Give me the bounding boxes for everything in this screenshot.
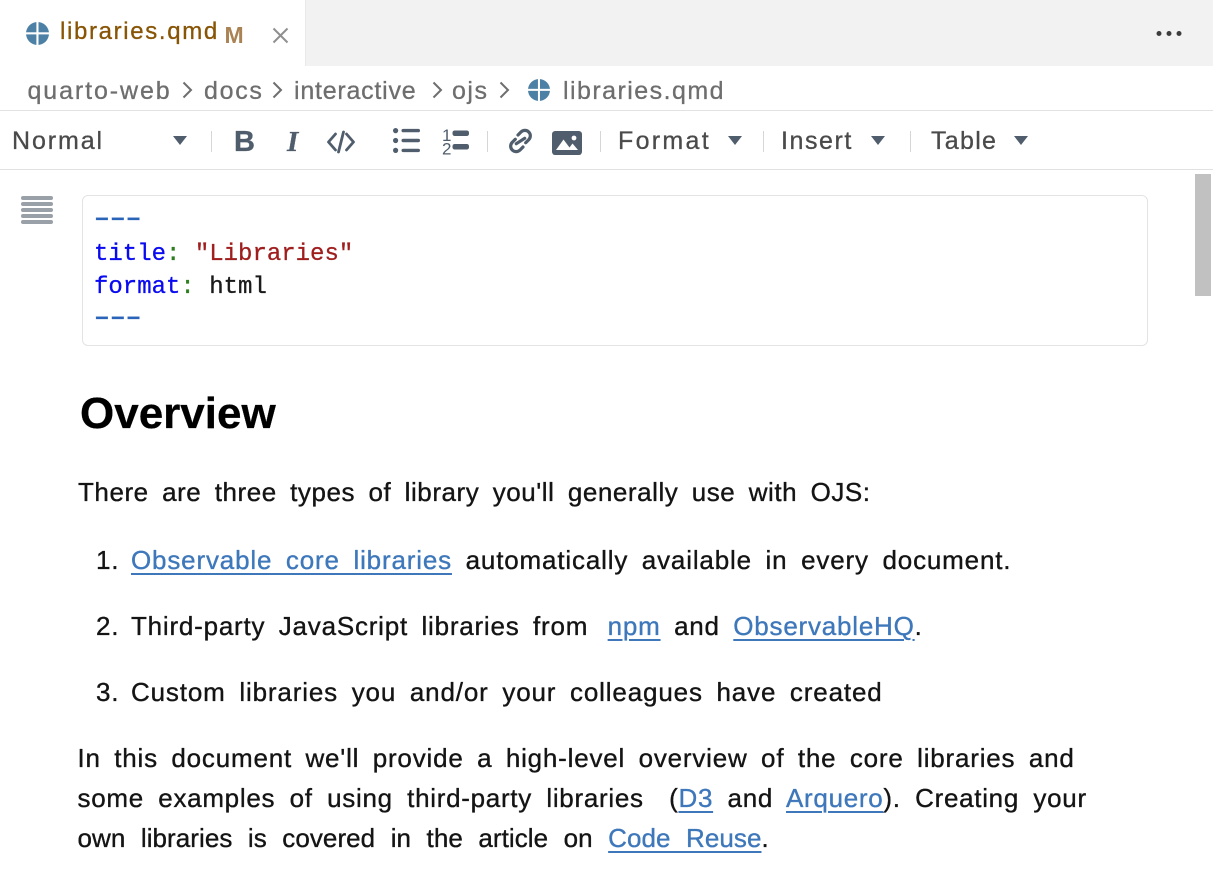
- svg-text:2: 2: [442, 140, 451, 156]
